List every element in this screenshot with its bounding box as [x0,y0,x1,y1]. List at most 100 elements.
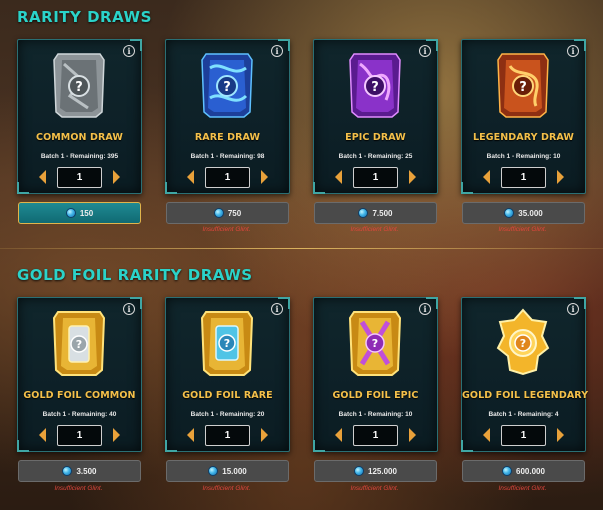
decrease-arrow-icon[interactable] [335,428,342,442]
buy-epic-button[interactable]: 7.500 [314,202,437,224]
quantity-input[interactable]: 1 [353,425,398,446]
insufficient-glint-message: Insufficient Glint. [350,485,399,492]
buy-legendary-button[interactable]: 35.000 [462,202,585,224]
quantity-input[interactable]: 1 [205,167,250,188]
card-title: GOLD FOIL COMMON [23,390,136,401]
svg-text:?: ? [372,337,378,350]
glint-gem-icon [504,208,515,218]
price-label: 150 [79,208,94,218]
price-label: 15.000 [222,466,247,476]
increase-arrow-icon[interactable] [113,428,120,442]
info-icon[interactable]: i [271,303,283,315]
quantity-input[interactable]: 1 [501,167,546,188]
price-label: 35.000 [518,208,543,218]
price-label: 3.500 [76,466,97,476]
card-title: GOLD FOIL RARE [182,390,273,401]
glint-gem-icon [208,466,219,476]
price-label: 125.000 [368,466,397,476]
gold-foil-draws-title: GOLD FOIL RARITY DRAWS [17,266,253,284]
decrease-arrow-icon[interactable] [187,428,194,442]
info-icon[interactable]: i [123,303,135,315]
svg-text:?: ? [224,337,230,350]
info-icon[interactable]: i [419,303,431,315]
decrease-arrow-icon[interactable] [39,170,46,184]
svg-text:?: ? [223,80,231,95]
decrease-arrow-icon[interactable] [335,170,342,184]
quantity-input[interactable]: 1 [353,167,398,188]
increase-arrow-icon[interactable] [409,170,416,184]
rarity-draws-title: RARITY DRAWS [17,8,152,26]
svg-text:?: ? [371,80,379,95]
svg-text:?: ? [75,80,83,95]
decrease-arrow-icon[interactable] [39,428,46,442]
quantity-stepper: 1 [481,167,566,189]
price-label: 7.500 [372,208,393,218]
info-icon[interactable]: i [123,45,135,57]
buy-common-button[interactable]: 150 [18,202,141,224]
batch-remaining: Batch 1 - Remaining: 10 [486,153,561,160]
quantity-stepper: 1 [333,425,418,447]
common-draw-card: i ? COMMON DRAW Batch 1 - Remaining: 395… [17,39,142,194]
price-label: 600.000 [516,466,545,476]
buy-rare-button[interactable]: 750 [166,202,289,224]
svg-text:?: ? [76,338,82,351]
increase-arrow-icon[interactable] [261,428,268,442]
buy-gold-legendary-button[interactable]: 600.000 [462,460,585,482]
increase-arrow-icon[interactable] [409,428,416,442]
decrease-arrow-icon[interactable] [483,170,490,184]
info-icon[interactable]: i [419,45,431,57]
epic-pack-icon: ? [349,53,401,118]
batch-remaining: Batch 1 - Remaining: 395 [40,153,119,160]
insufficient-glint-message: Insufficient Glint. [498,226,547,233]
batch-remaining: Batch 1 - Remaining: 4 [488,411,559,418]
batch-remaining: Batch 1 - Remaining: 40 [42,411,117,418]
gold-epic-pack-icon: ? [348,311,402,376]
gold-common-pack-icon: ? [52,311,106,376]
insufficient-glint-message: Insufficient Glint. [202,226,251,233]
increase-arrow-icon[interactable] [261,170,268,184]
gold-foil-rare-card: i ? GOLD FOIL RARE Batch 1 - Remaining: … [165,297,290,452]
insufficient-glint-message: Insufficient Glint. [350,226,399,233]
increase-arrow-icon[interactable] [557,428,564,442]
gold-foil-legendary-card: i ? GOLD FOIL LEGENDARY Batch 1 - Remain… [461,297,588,452]
increase-arrow-icon[interactable] [557,170,564,184]
legendary-pack-icon: ? [497,53,549,118]
quantity-input[interactable]: 1 [205,425,250,446]
buy-gold-rare-button[interactable]: 15.000 [166,460,289,482]
quantity-input[interactable]: 1 [501,425,546,446]
card-title: EPIC DRAW [345,132,406,143]
batch-remaining: Batch 1 - Remaining: 25 [338,153,413,160]
svg-text:?: ? [519,80,527,95]
card-title: RARE DRAW [194,132,261,143]
gold-legendary-pack-icon: ? [496,308,550,376]
glint-gem-icon [358,208,369,218]
insufficient-glint-message: Insufficient Glint. [202,485,251,492]
info-icon[interactable]: i [567,303,579,315]
quantity-input[interactable]: 1 [57,425,102,446]
gold-rare-pack-icon: ? [200,311,254,376]
info-icon[interactable]: i [567,45,579,57]
gold-foil-common-card: i ? GOLD FOIL COMMON Batch 1 - Remaining… [17,297,142,452]
quantity-stepper: 1 [185,167,270,189]
card-title: GOLD FOIL EPIC [332,390,419,401]
price-label: 750 [227,208,242,218]
decrease-arrow-icon[interactable] [187,170,194,184]
decrease-arrow-icon[interactable] [483,428,490,442]
quantity-stepper: 1 [37,425,122,447]
glint-gem-icon [62,466,73,476]
glint-gem-icon [502,466,513,476]
increase-arrow-icon[interactable] [113,170,120,184]
batch-remaining: Batch 1 - Remaining: 20 [190,411,265,418]
quantity-stepper: 1 [37,167,122,189]
rare-pack-icon: ? [201,53,253,118]
section-divider [0,248,603,249]
batch-remaining: Batch 1 - Remaining: 10 [338,411,413,418]
buy-gold-common-button[interactable]: 3.500 [18,460,141,482]
info-icon[interactable]: i [271,45,283,57]
card-title: COMMON DRAW [36,132,123,143]
insufficient-glint-message: Insufficient Glint. [498,485,547,492]
rare-draw-card: i ? RARE DRAW Batch 1 - Remaining: 98 1 [165,39,290,194]
buy-gold-epic-button[interactable]: 125.000 [314,460,437,482]
quantity-input[interactable]: 1 [57,167,102,188]
common-pack-icon: ? [53,53,105,118]
